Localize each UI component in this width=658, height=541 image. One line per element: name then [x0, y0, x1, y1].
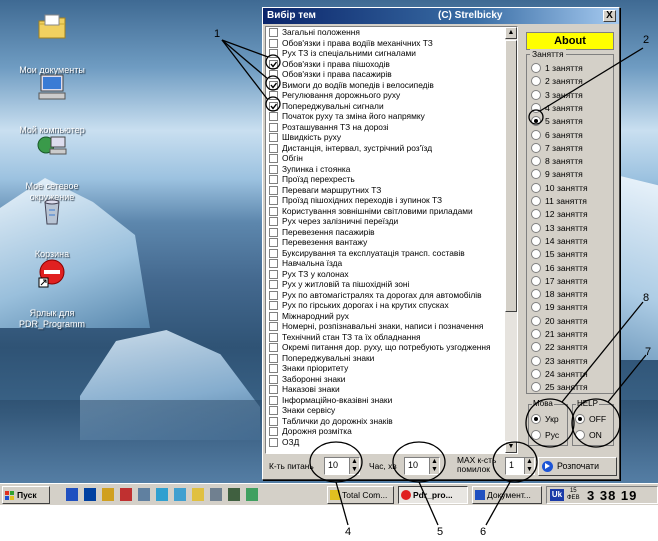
annotation-overlay: [221, 39, 647, 526]
annotation-number: 4: [345, 526, 352, 538]
annotation-number: 8: [643, 292, 650, 304]
annotation-number: 2: [643, 34, 650, 46]
annotation-number: 5: [437, 526, 444, 538]
annotation-number: 6: [480, 526, 487, 538]
annotation-number: 7: [645, 346, 652, 358]
annotation-number: 1: [214, 28, 221, 40]
